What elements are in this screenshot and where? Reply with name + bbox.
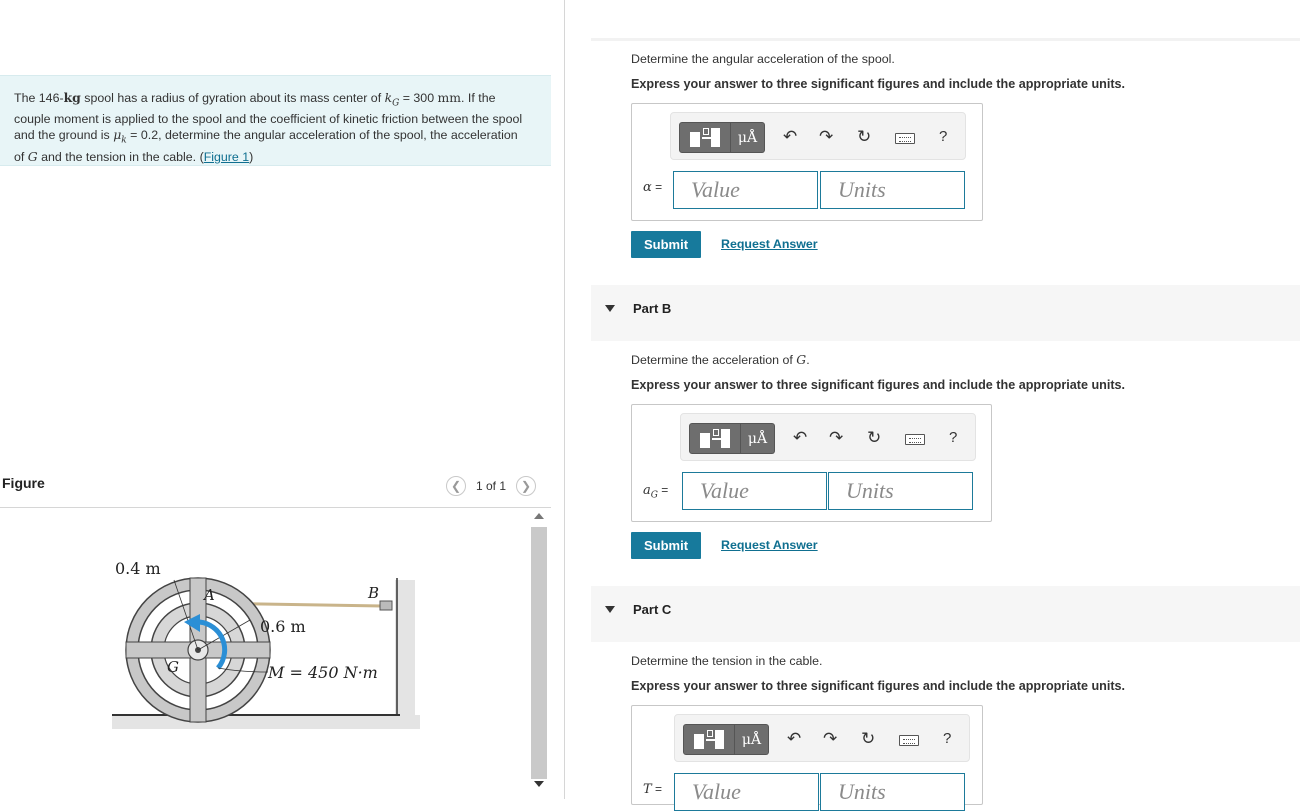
ground <box>112 715 420 729</box>
problem-text: The 146- <box>14 91 64 105</box>
part-b-value-input[interactable]: Value <box>682 472 827 510</box>
chevron-right-icon[interactable]: ❯ <box>516 476 537 496</box>
reset-icon[interactable]: ↻ <box>857 127 871 147</box>
t-symbol: T <box>643 782 652 797</box>
part-a-submit-button[interactable]: Submit <box>631 231 701 258</box>
part-b-title: Part B <box>633 301 672 316</box>
figure-nav: ❮ 1 of 1 ❯ <box>446 476 537 496</box>
collapse-triangle-icon[interactable] <box>605 606 615 613</box>
part-b-instruction: Express your answer to three significant… <box>631 378 1126 392</box>
part-a-question: Determine the angular acceleration of th… <box>631 52 895 66</box>
question-text: . <box>806 353 810 367</box>
problem-text: spool has a radius of gyration about its… <box>80 91 385 105</box>
divider <box>591 38 1300 41</box>
wall <box>395 580 415 720</box>
moment-label: M = 450 N·m <box>267 663 378 682</box>
part-a-toolbar: μÅ ↶ ↷ ↻ ? <box>670 112 966 160</box>
part-a-request-answer-link[interactable]: Request Answer <box>721 237 818 251</box>
redo-icon[interactable]: ↷ <box>829 428 843 448</box>
part-c-answer-box: μÅ ↶ ↷ ↻ ? T = Value Units <box>631 705 983 811</box>
outer-radius-label: 0.4 m <box>115 559 161 578</box>
point-g-label: G <box>167 658 179 676</box>
help-button[interactable]: ? <box>943 729 951 749</box>
undo-icon[interactable]: ↶ <box>793 428 807 448</box>
cable-anchor <box>379 600 393 611</box>
help-button[interactable]: ? <box>939 127 947 147</box>
scroll-up-icon[interactable] <box>534 513 544 519</box>
spool-figure: 0.4 m 0.6 m A B G M = 450 N·m <box>112 559 420 729</box>
keyboard-icon[interactable] <box>895 133 915 144</box>
part-a-variable: α = <box>643 180 662 195</box>
units-symbol-button[interactable]: μÅ <box>735 724 769 755</box>
reset-icon[interactable]: ↻ <box>861 729 875 749</box>
collapse-triangle-icon[interactable] <box>605 305 615 312</box>
point-a-label: A <box>202 586 215 604</box>
figure-counter: 1 of 1 <box>476 479 507 493</box>
units-symbol-button[interactable]: μÅ <box>741 423 775 454</box>
answer-pane: Determine the angular acceleration of th… <box>591 0 1300 811</box>
figure-header: Figure ❮ 1 of 1 ❯ <box>0 470 551 508</box>
part-b-variable: aG = <box>643 483 668 501</box>
undo-icon[interactable]: ↶ <box>787 729 801 749</box>
figure-title: Figure <box>2 475 45 491</box>
templates-icon[interactable] <box>683 724 735 755</box>
part-c-title: Part C <box>633 602 672 617</box>
problem-pane: The 146-kg spool has a radius of gyratio… <box>0 0 565 799</box>
unit-mm: mm <box>437 90 462 105</box>
unit-kg: kg <box>63 90 81 105</box>
part-c-toolbar: μÅ ↶ ↷ ↻ ? <box>674 714 970 762</box>
figure-link[interactable]: Figure 1 <box>204 150 249 164</box>
part-c-instruction: Express your answer to three significant… <box>631 679 1126 693</box>
part-c-value-input[interactable]: Value <box>674 773 819 811</box>
part-a-answer-box: μÅ ↶ ↷ ↻ ? α = Value Units <box>631 103 983 221</box>
part-c-variable: T = <box>643 782 662 797</box>
part-a-instruction: Express your answer to three significant… <box>631 77 1126 91</box>
inner-radius-label: 0.6 m <box>260 617 306 636</box>
g-symbol: G <box>27 148 38 164</box>
problem-text: and the tension in the cable. ( <box>37 149 204 164</box>
part-c-units-input[interactable]: Units <box>820 773 965 811</box>
equals-sign: = <box>651 782 663 796</box>
g-symbol: G <box>796 352 807 367</box>
templates-icon[interactable] <box>689 423 741 454</box>
part-a-value-input[interactable]: Value <box>673 171 818 209</box>
point-b-label: B <box>367 584 379 602</box>
equals-sign: = <box>657 483 669 497</box>
keyboard-icon[interactable] <box>899 735 919 746</box>
scroll-down-icon[interactable] <box>534 781 544 787</box>
part-b-request-answer-link[interactable]: Request Answer <box>721 538 818 552</box>
alpha-symbol: α <box>643 180 652 195</box>
part-a-units-input[interactable]: Units <box>820 171 965 209</box>
part-b-submit-button[interactable]: Submit <box>631 532 701 559</box>
redo-icon[interactable]: ↷ <box>819 127 833 147</box>
figure-scrollbar[interactable] <box>530 511 548 799</box>
question-text: Determine the acceleration of <box>631 353 797 367</box>
problem-text: ) <box>249 149 254 164</box>
problem-statement: The 146-kg spool has a radius of gyratio… <box>0 75 551 166</box>
undo-icon[interactable]: ↶ <box>783 127 797 147</box>
redo-icon[interactable]: ↷ <box>823 729 837 749</box>
units-symbol-button[interactable]: μÅ <box>731 122 765 153</box>
scroll-thumb[interactable] <box>531 527 547 779</box>
equals-sign: = <box>651 180 663 194</box>
part-b-question: Determine the acceleration of G. <box>631 352 810 367</box>
part-b-answer-box: μÅ ↶ ↷ ↻ ? aG = Value Units <box>631 404 992 522</box>
part-b-header[interactable]: Part B <box>591 285 1300 341</box>
keyboard-icon[interactable] <box>905 434 925 445</box>
chevron-left-icon[interactable]: ❮ <box>446 476 466 496</box>
g-subscript: G <box>650 490 658 501</box>
a-symbol: a <box>643 483 651 498</box>
problem-text: = 300 <box>399 91 438 105</box>
part-c-question: Determine the tension in the cable. <box>631 654 823 668</box>
part-b-units-input[interactable]: Units <box>828 472 973 510</box>
reset-icon[interactable]: ↻ <box>867 428 881 448</box>
templates-icon[interactable] <box>679 122 731 153</box>
part-c-header[interactable]: Part C <box>591 586 1300 642</box>
part-b-toolbar: μÅ ↶ ↷ ↻ ? <box>680 413 976 461</box>
k-symbol: k <box>384 90 393 105</box>
help-button[interactable]: ? <box>949 428 957 448</box>
